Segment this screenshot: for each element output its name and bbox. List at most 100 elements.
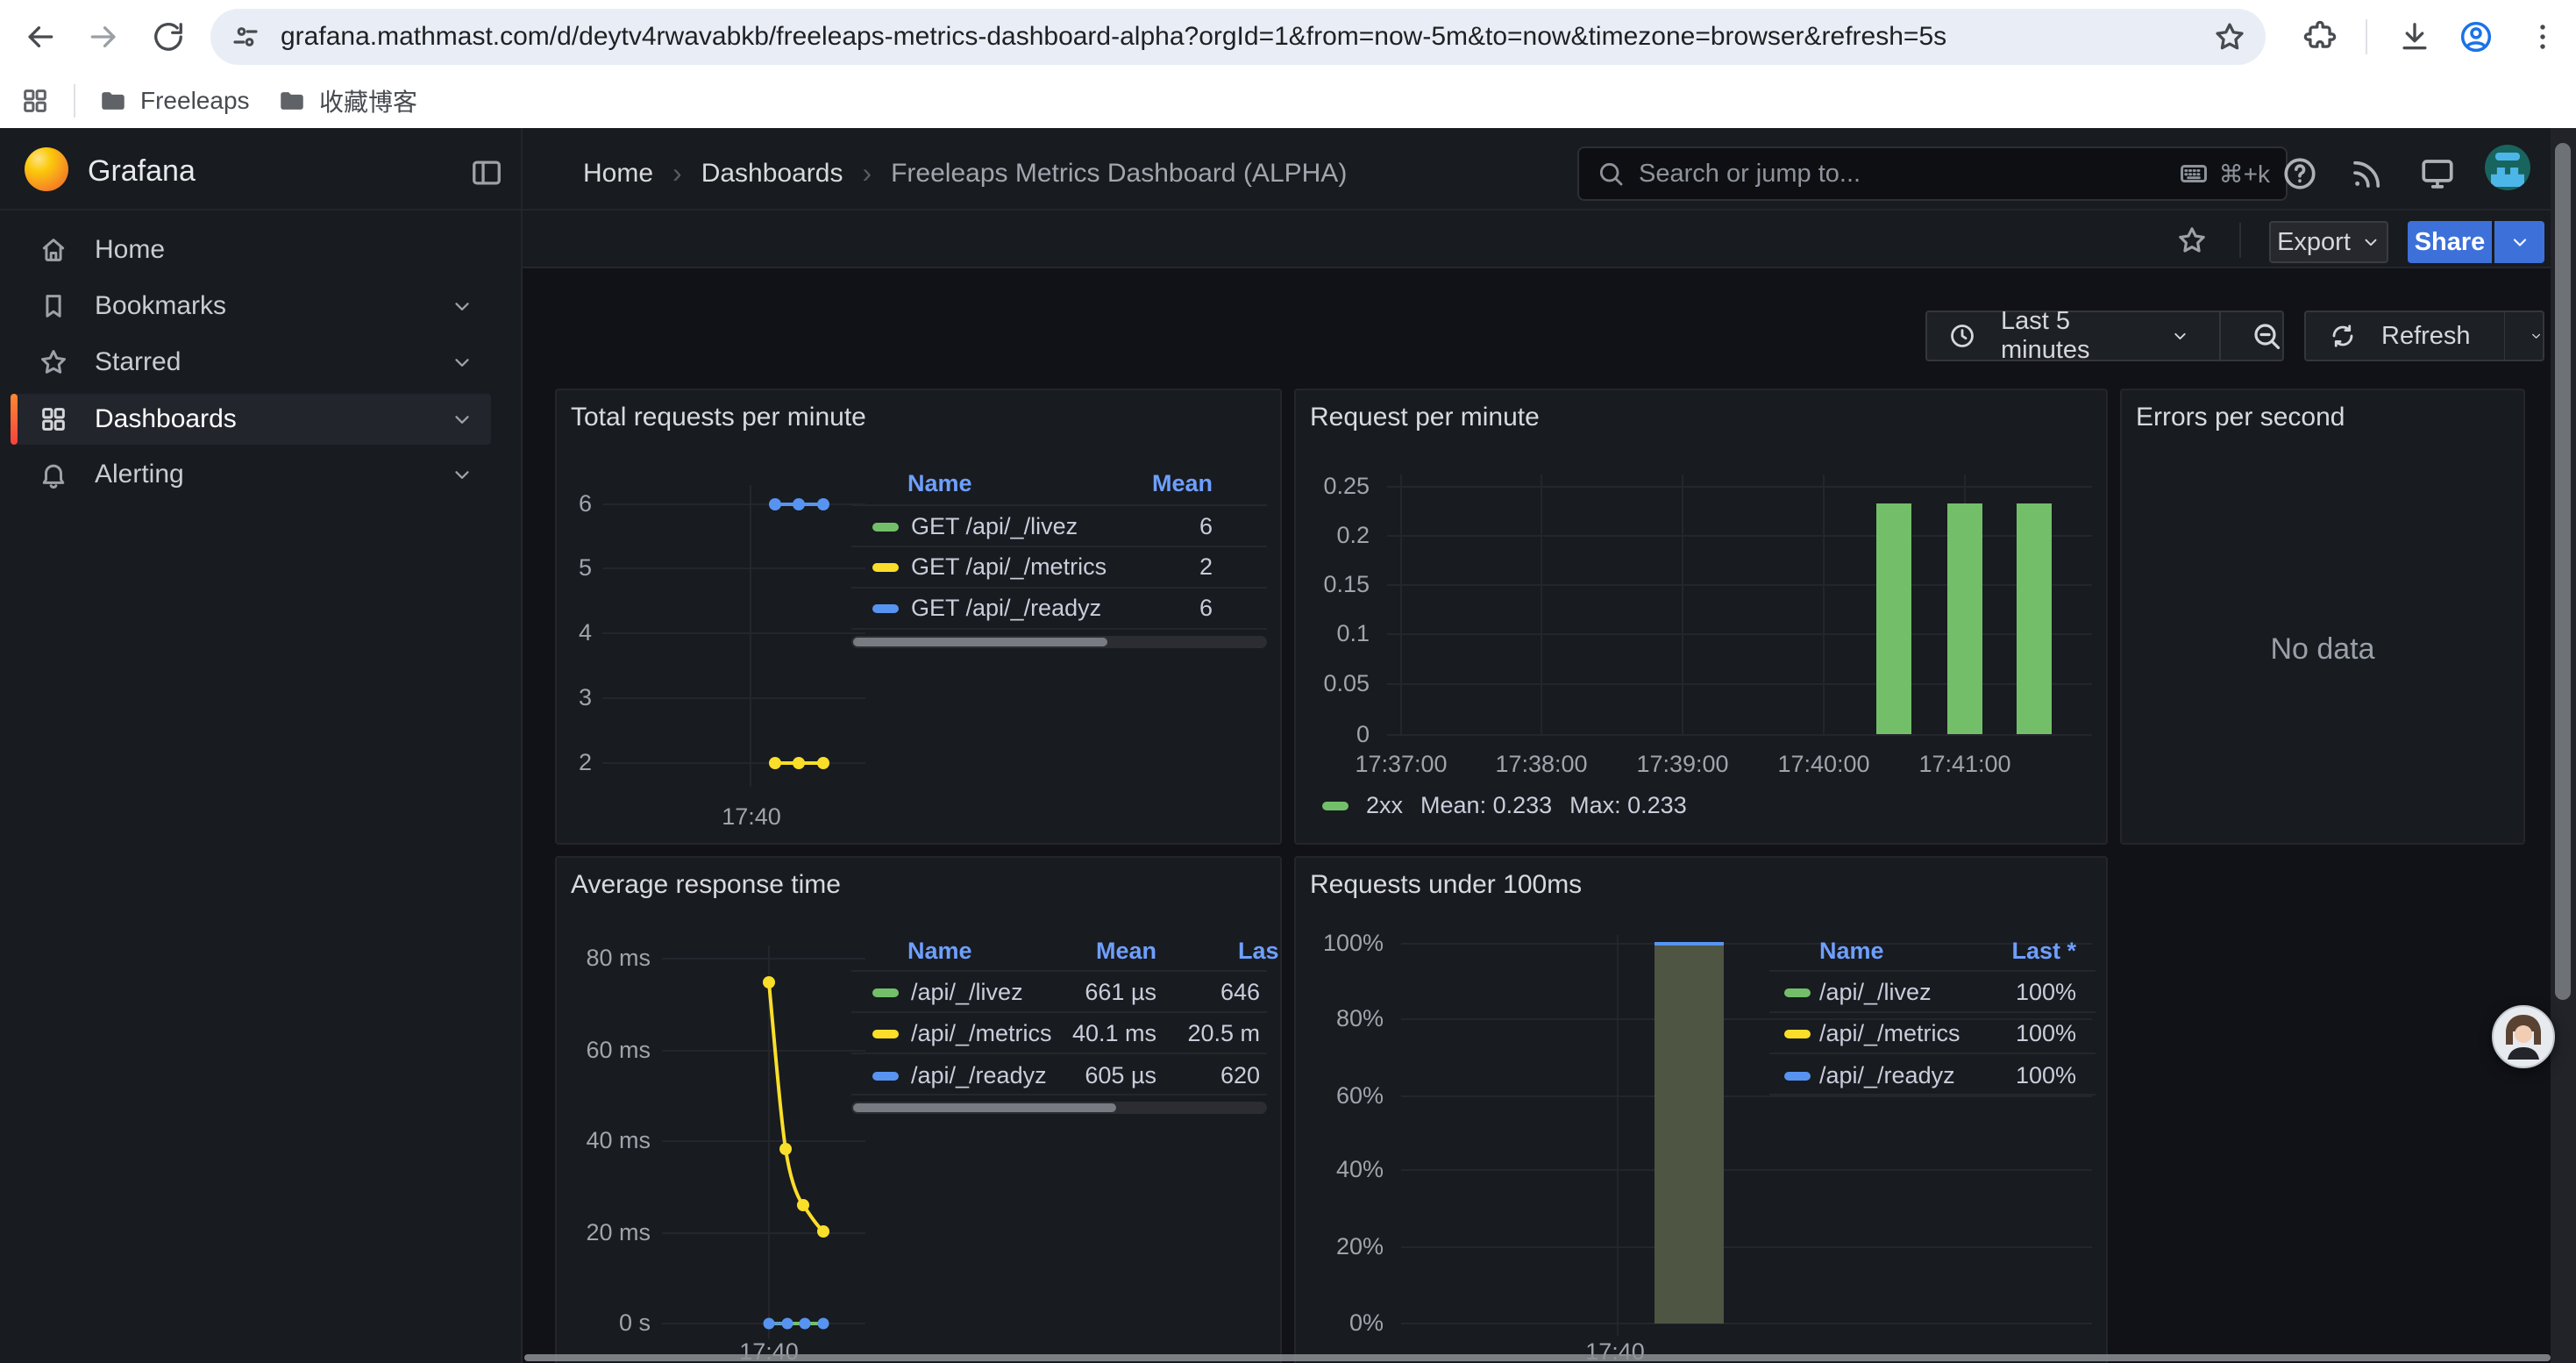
forward-icon[interactable]	[84, 18, 123, 56]
series-name[interactable]: GET /api/_/readyz	[911, 595, 1101, 622]
breadcrumb-separator: ›	[862, 157, 872, 189]
chevron-down-icon[interactable]	[451, 408, 473, 431]
sidebar-item-label: Home	[95, 235, 165, 265]
legend-col-last[interactable]: Last *	[2011, 938, 2076, 965]
series-name[interactable]: GET /api/_/metrics	[911, 553, 1107, 581]
refresh-icon[interactable]	[2329, 322, 2357, 350]
legend-max: Max: 0.233	[1569, 792, 1687, 819]
user-avatar[interactable]	[2485, 145, 2530, 190]
legend-col-name[interactable]: Name	[907, 470, 972, 497]
series-color-pill	[872, 604, 899, 613]
refresh-group: Refresh	[2304, 310, 2544, 361]
legend-col-name[interactable]: Name	[907, 938, 972, 965]
url-text[interactable]: grafana.mathmast.com/d/deytv4rwavabkb/fr…	[281, 22, 2213, 52]
bookmark-item-freeleaps[interactable]: Freeleaps	[98, 74, 250, 128]
time-range-label[interactable]: Last 5 minutes	[2001, 307, 2145, 365]
panel-avg-response-time: Average response time 80 ms 60 ms 40 ms …	[555, 856, 1282, 1363]
avatar-image	[2492, 1005, 2555, 1068]
refresh-label[interactable]: Refresh	[2381, 322, 2471, 351]
panel-title[interactable]: Errors per second	[2136, 403, 2345, 432]
sidebar-item-label: Starred	[95, 347, 181, 377]
favorite-star-icon[interactable]	[2176, 225, 2208, 256]
series-color-pill	[1322, 802, 1348, 810]
rss-icon[interactable]	[2346, 153, 2388, 195]
page-scrollbar-thumb[interactable]	[2555, 143, 2571, 1000]
area-chart[interactable]	[1296, 858, 2106, 1363]
sidebar-item-label: Alerting	[95, 460, 184, 489]
legend-col-last[interactable]: Las	[1238, 938, 1279, 965]
legend-scrollbar[interactable]	[851, 1102, 1267, 1114]
keyboard-icon	[2179, 159, 2209, 189]
series-last: 620	[1172, 1062, 1260, 1089]
series-last: 100%	[1971, 1062, 2076, 1089]
help-icon[interactable]	[2279, 153, 2321, 195]
sidebar-item-starred[interactable]: Starred	[11, 337, 491, 388]
series-name[interactable]: GET /api/_/livez	[911, 513, 1078, 540]
series-last: 100%	[1971, 979, 2076, 1006]
row-separator	[1769, 1053, 2096, 1054]
apps-grid-icon[interactable]	[16, 82, 54, 120]
legend-series[interactable]: 2xx	[1366, 792, 1403, 819]
breadcrumb-dashboards[interactable]: Dashboards	[701, 159, 843, 189]
x-tick: 17:40:00	[1754, 751, 1894, 778]
row-separator	[1769, 1011, 2096, 1013]
download-icon[interactable]	[2395, 18, 2434, 56]
x-tick: 17:40	[699, 803, 804, 831]
search-icon	[1597, 160, 1625, 188]
home-icon	[39, 235, 68, 265]
sidebar-item-dashboards[interactable]: Dashboards	[11, 394, 491, 445]
site-info-icon[interactable]	[230, 21, 261, 53]
breadcrumb: Home › Dashboards › Freeleaps Metrics Da…	[583, 157, 1347, 189]
series-name[interactable]: /api/_/livez	[911, 979, 1023, 1006]
share-button[interactable]: Share	[2408, 221, 2492, 263]
series-color-pill	[872, 563, 899, 572]
series-name[interactable]: /api/_/readyz	[1819, 1062, 1955, 1089]
profile-icon[interactable]	[2457, 18, 2495, 56]
extensions-icon[interactable]	[2301, 18, 2339, 56]
bookmark-icon	[39, 291, 68, 321]
floating-assistant-avatar[interactable]	[2492, 1005, 2555, 1068]
sidebar-item-alerting[interactable]: Alerting	[11, 449, 491, 500]
browser-menu-icon[interactable]	[2523, 18, 2562, 56]
bookmark-item-blogs[interactable]: 收藏博客	[277, 74, 417, 128]
panel-requests-under-100ms: Requests under 100ms 100% 80% 60% 40% 20…	[1294, 856, 2108, 1363]
legend-col-mean[interactable]: Mean	[1152, 470, 1213, 497]
series-mean: 2	[1125, 553, 1213, 581]
sidebar-item-home[interactable]: Home	[11, 225, 491, 275]
sidebar-item-bookmarks[interactable]: Bookmarks	[11, 281, 491, 332]
breadcrumb-separator: ›	[672, 157, 682, 189]
series-name[interactable]: /api/_/metrics	[1819, 1020, 1960, 1047]
legend-col-name[interactable]: Name	[1819, 938, 1884, 965]
series-color-pill	[872, 523, 899, 532]
reload-icon[interactable]	[149, 18, 188, 56]
chevron-down-icon[interactable]	[451, 463, 473, 486]
legend-scrollbar[interactable]	[851, 636, 1267, 648]
breadcrumb-home[interactable]: Home	[583, 159, 653, 189]
series-last: 100%	[1971, 1020, 2076, 1047]
horizontal-scrollbar[interactable]	[524, 1354, 2551, 1361]
legend-col-mean[interactable]: Mean	[1096, 938, 1156, 965]
chevron-down-icon[interactable]	[451, 351, 473, 374]
series-name[interactable]: /api/_/livez	[1819, 979, 1932, 1006]
breadcrumb-current: Freeleaps Metrics Dashboard (ALPHA)	[891, 159, 1347, 189]
grafana-logo[interactable]	[25, 147, 68, 191]
series-last: 20.5 m	[1172, 1020, 1260, 1047]
share-menu-button[interactable]	[2494, 221, 2544, 263]
chevron-down-icon[interactable]	[451, 295, 473, 318]
sidebar-header: Grafana	[0, 128, 521, 211]
series-color-pill	[1784, 1072, 1811, 1081]
back-icon[interactable]	[21, 18, 60, 56]
monitor-icon[interactable]	[2416, 153, 2459, 195]
bookmark-star-icon[interactable]	[2213, 20, 2246, 54]
chevron-down-icon	[2361, 232, 2380, 252]
url-bar[interactable]: grafana.mathmast.com/d/deytv4rwavabkb/fr…	[210, 9, 2266, 65]
row-separator	[851, 546, 1267, 547]
export-button[interactable]: Export	[2269, 221, 2388, 263]
collapse-sidebar-icon[interactable]	[470, 156, 503, 189]
zoom-out-icon[interactable]	[2251, 320, 2282, 352]
series-color-pill	[872, 1072, 899, 1081]
search-input[interactable]	[1639, 160, 2179, 189]
search-box[interactable]: ⌘+k	[1577, 146, 2288, 201]
sidebar-item-label: Bookmarks	[95, 291, 226, 321]
legend[interactable]: 2xx Mean: 0.233 Max: 0.233	[1322, 792, 1687, 819]
